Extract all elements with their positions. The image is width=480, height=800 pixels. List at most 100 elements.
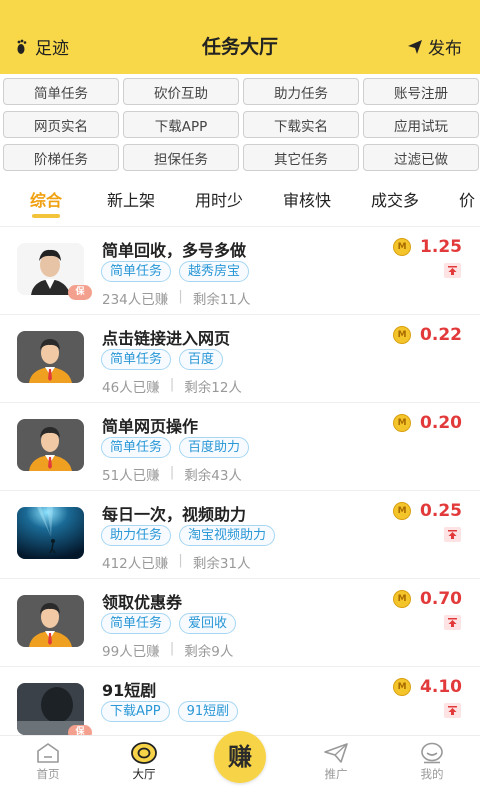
stats-separator: | xyxy=(169,464,175,480)
remaining-count: 剩余12人 xyxy=(184,380,242,396)
coin-icon: M xyxy=(393,414,412,432)
category-other[interactable]: 其它任务 xyxy=(243,144,359,171)
avatar xyxy=(17,331,84,383)
earn-button[interactable]: 赚 xyxy=(214,731,266,783)
tab-least-time[interactable]: 用时少 xyxy=(195,187,243,211)
remaining-count: 剩余43人 xyxy=(184,468,242,484)
nav-promote[interactable]: 推广 xyxy=(306,742,366,782)
tab-fast-review[interactable]: 审核快 xyxy=(283,187,331,211)
hall-icon xyxy=(131,742,157,764)
category-bargain[interactable]: 砍价互助 xyxy=(123,78,239,105)
avatar xyxy=(17,419,84,471)
category-tiered[interactable]: 阶梯任务 xyxy=(3,144,119,171)
task-tag: 简单任务 xyxy=(101,261,172,282)
task-price: 0.20 xyxy=(420,413,462,433)
earned-count: 234人已赚 xyxy=(102,292,169,308)
category-web-realname[interactable]: 网页实名 xyxy=(3,111,119,138)
task-price: 0.25 xyxy=(420,501,462,521)
category-simple-task[interactable]: 简单任务 xyxy=(3,78,119,105)
tab-comprehensive[interactable]: 综合 xyxy=(30,187,63,218)
nav-mine[interactable]: 我的 xyxy=(402,742,462,782)
stats-separator: | xyxy=(169,640,175,656)
avatar xyxy=(17,507,84,559)
task-price: 4.10 xyxy=(420,677,462,697)
task-item[interactable]: 领取优惠券 简单任务 爱回收 99人已赚 | 剩余9人 M 0.70 xyxy=(0,579,480,667)
pin-top-icon xyxy=(444,263,461,278)
nav-home-label: 首页 xyxy=(36,767,60,781)
task-tag: 爱回收 xyxy=(179,613,237,634)
nav-promote-label: 推广 xyxy=(324,767,348,781)
coin-icon: M xyxy=(393,678,412,696)
task-tag: 简单任务 xyxy=(101,349,172,370)
publish-button[interactable]: 发布 xyxy=(407,34,462,59)
home-icon xyxy=(37,743,59,763)
earned-count: 46人已赚 xyxy=(102,380,160,396)
pin-top-icon xyxy=(444,615,461,630)
tab-price[interactable]: 价 xyxy=(459,187,475,211)
task-tag: 百度助力 xyxy=(179,437,250,458)
task-title: 简单网页操作 xyxy=(102,417,199,436)
pin-top-icon xyxy=(444,703,461,718)
task-tags: 下载APP 91短剧 xyxy=(101,701,246,722)
task-price: 0.70 xyxy=(420,589,462,609)
tab-most-deals[interactable]: 成交多 xyxy=(371,187,419,211)
task-title: 领取优惠券 xyxy=(102,593,183,612)
category-account-register[interactable]: 账号注册 xyxy=(363,78,479,105)
send-icon xyxy=(408,39,422,54)
task-stats: 51人已赚 | 剩余43人 xyxy=(102,464,242,484)
task-tag: 91短剧 xyxy=(177,701,239,722)
task-reward: M 4.10 xyxy=(393,677,462,697)
active-tab-indicator xyxy=(32,214,60,218)
category-assist[interactable]: 助力任务 xyxy=(243,78,359,105)
nav-hall-label: 大厅 xyxy=(132,767,156,781)
category-download-app[interactable]: 下载APP xyxy=(123,111,239,138)
earned-count: 412人已赚 xyxy=(102,556,169,572)
top-bar: 足迹 任务大厅 发布 xyxy=(0,0,480,74)
task-reward: M 0.22 xyxy=(393,325,462,345)
task-tags: 简单任务 越秀房宝 xyxy=(101,261,257,282)
task-tag: 简单任务 xyxy=(101,613,172,634)
task-item[interactable]: 每日一次，视频助力 助力任务 淘宝视频助力 412人已赚 | 剩余31人 M 0… xyxy=(0,491,480,579)
category-filter-done[interactable]: 过滤已做 xyxy=(363,144,479,171)
tab-new[interactable]: 新上架 xyxy=(107,187,155,211)
task-stats: 412人已赚 | 剩余31人 xyxy=(102,552,251,572)
stats-separator: | xyxy=(169,376,175,392)
guarantee-badge: 保 xyxy=(68,285,92,300)
tab-comprehensive-label: 综合 xyxy=(30,191,63,210)
nav-mine-label: 我的 xyxy=(420,767,444,781)
category-grid: 简单任务 砍价互助 助力任务 账号注册 网页实名 下载APP 下载实名 应用试玩… xyxy=(3,78,479,171)
category-download-realname[interactable]: 下载实名 xyxy=(243,111,359,138)
task-reward: M 1.25 xyxy=(393,237,462,257)
task-tags: 简单任务 爱回收 xyxy=(101,613,244,634)
coin-icon: M xyxy=(393,590,412,608)
task-tag: 简单任务 xyxy=(101,437,172,458)
category-guarantee[interactable]: 担保任务 xyxy=(123,144,239,171)
coin-icon: M xyxy=(393,502,412,520)
coin-icon: M xyxy=(393,238,412,256)
task-item[interactable]: 简单网页操作 简单任务 百度助力 51人已赚 | 剩余43人 M 0.20 xyxy=(0,403,480,491)
task-price: 1.25 xyxy=(420,237,462,257)
category-app-trial[interactable]: 应用试玩 xyxy=(363,111,479,138)
task-tag: 助力任务 xyxy=(101,525,172,546)
task-stats: 234人已赚 | 剩余11人 xyxy=(102,288,251,308)
pin-top-icon xyxy=(444,527,461,542)
paper-plane-icon xyxy=(324,743,348,763)
task-title: 点击链接进入网页 xyxy=(102,329,231,348)
nav-home[interactable]: 首页 xyxy=(18,742,78,782)
earned-count: 99人已赚 xyxy=(102,644,160,660)
task-tags: 助力任务 淘宝视频助力 xyxy=(101,525,283,546)
task-tag: 越秀房宝 xyxy=(179,261,250,282)
task-item[interactable]: 点击链接进入网页 简单任务 百度 46人已赚 | 剩余12人 M 0.22 xyxy=(0,315,480,403)
task-list: 保 简单回收，多号多做 简单任务 越秀房宝 234人已赚 | 剩余11人 M 1… xyxy=(0,227,480,755)
coin-icon: M xyxy=(393,326,412,344)
task-item[interactable]: 保 简单回收，多号多做 简单任务 越秀房宝 234人已赚 | 剩余11人 M 1… xyxy=(0,227,480,315)
nav-hall[interactable]: 大厅 xyxy=(114,742,174,782)
avatar xyxy=(17,595,84,647)
task-tag: 淘宝视频助力 xyxy=(179,525,276,546)
task-title: 91短剧 xyxy=(102,681,157,700)
remaining-count: 剩余31人 xyxy=(192,556,251,572)
stats-separator: | xyxy=(178,288,183,304)
task-stats: 99人已赚 | 剩余9人 xyxy=(102,640,233,660)
profile-icon xyxy=(421,742,443,764)
task-price: 0.22 xyxy=(420,325,462,345)
